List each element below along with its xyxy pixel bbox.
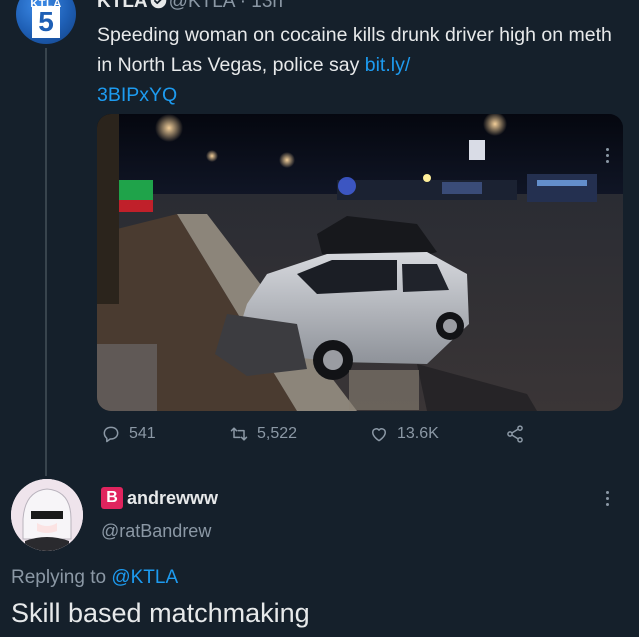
author-handle-time[interactable]: @KTLA · 13h: [169, 0, 283, 12]
retweet-icon: [230, 427, 248, 441]
reply-display-name[interactable]: B andrewww: [101, 487, 218, 509]
author-name[interactable]: KTLA: [97, 0, 148, 12]
anime-avatar-image: [11, 479, 83, 551]
replying-to: Replying to @KTLA: [11, 567, 178, 589]
like-icon: [372, 428, 386, 442]
like-button[interactable]: 13.6K: [369, 424, 439, 444]
verified-icon: [150, 0, 166, 9]
share-icon: [507, 425, 523, 443]
tweet-actions: 541 5,522 13.6K: [97, 424, 537, 452]
reply-icon: [103, 426, 119, 443]
retweet-button[interactable]: 5,522: [229, 424, 297, 444]
ktla-avatar[interactable]: KTLA 5: [16, 0, 76, 44]
b-emoji-icon: B: [101, 487, 123, 509]
reply-more-icon[interactable]: [606, 491, 609, 509]
tweet-text: Speeding woman on cocaine kills drunk dr…: [97, 20, 627, 110]
replying-prefix: Replying to: [11, 567, 112, 588]
thread-line: [45, 48, 47, 476]
retweet-count: 5,522: [257, 425, 298, 442]
crash-scene-image: [97, 114, 623, 411]
like-count: 13.6K: [397, 425, 439, 442]
reply-button[interactable]: 541: [101, 424, 156, 444]
share-button[interactable]: [505, 424, 525, 444]
avatar-number: 5: [32, 6, 60, 38]
tweet-body: Speeding woman on cocaine kills drunk dr…: [97, 24, 612, 76]
replying-to-link[interactable]: @KTLA: [111, 567, 178, 588]
tweet-photo[interactable]: [97, 114, 623, 411]
reply-text: Skill based matchmaking: [11, 598, 310, 628]
reply-name-text: andrewww: [127, 487, 219, 508]
reply-count: 541: [129, 425, 156, 442]
tweet-header: KTLA @KTLA · 13h: [97, 0, 283, 13]
more-icon[interactable]: [606, 148, 609, 166]
reply-avatar[interactable]: [11, 479, 83, 551]
reply-handle[interactable]: @ratBandrew: [101, 521, 211, 542]
